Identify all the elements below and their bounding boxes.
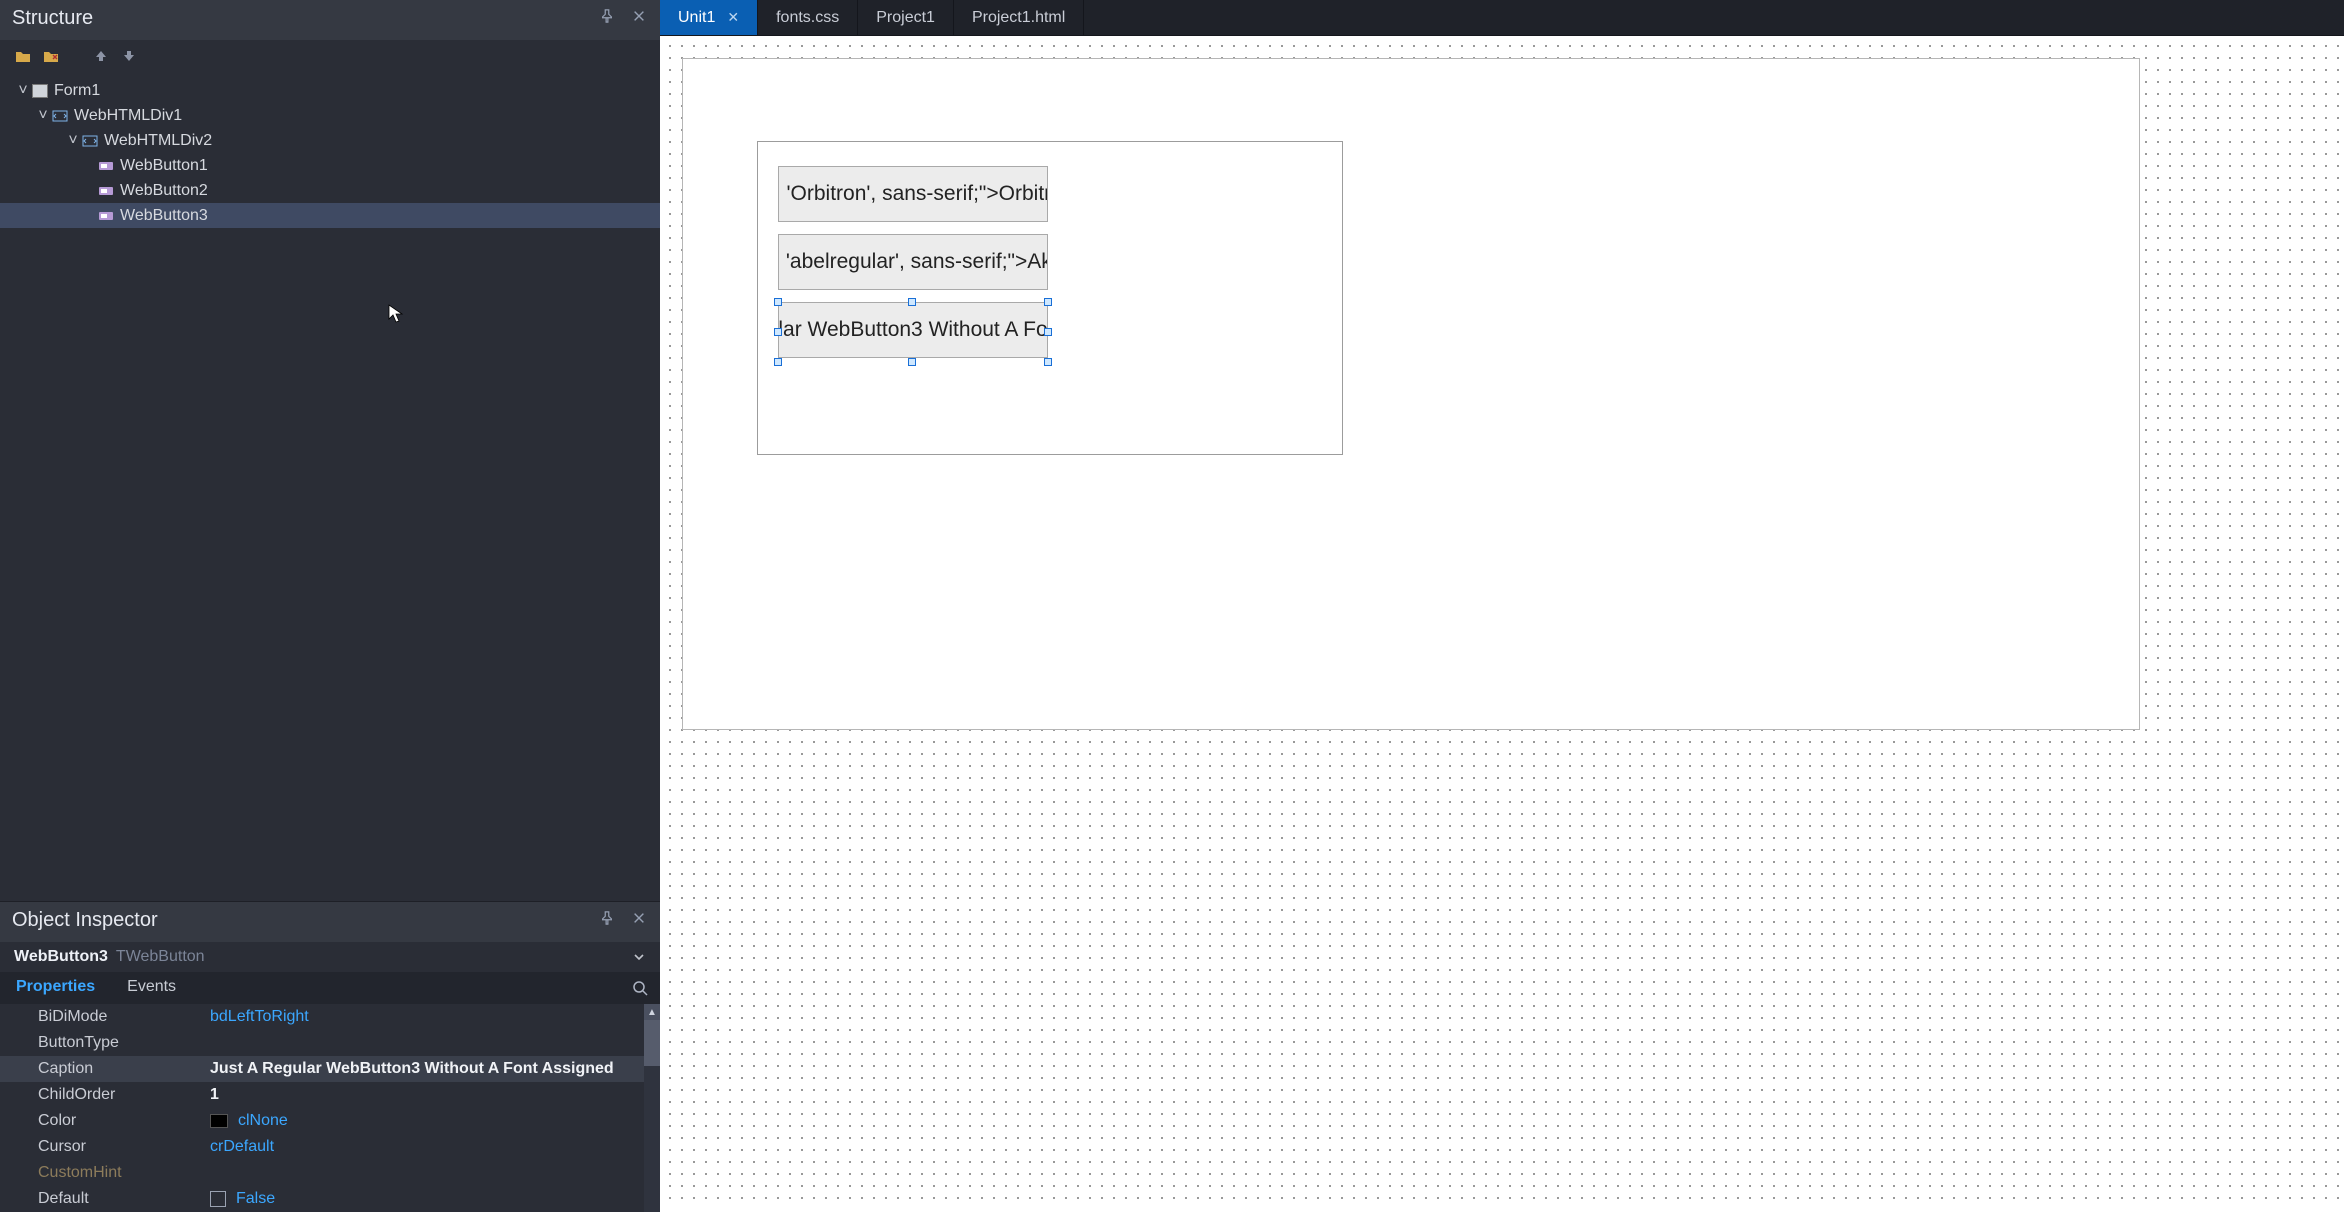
webhtmldiv2-panel[interactable]: : 'Orbitron', sans-serif;">Orbitr : 'abe…: [757, 141, 1343, 455]
pin-icon[interactable]: [600, 911, 618, 929]
tree-label: WebButton3: [120, 207, 208, 225]
prop-value-text: clNone: [238, 1112, 288, 1130]
prop-cursor[interactable]: Cursor crDefault: [0, 1134, 660, 1160]
tree-node-webbutton3[interactable]: WebButton3: [0, 203, 660, 228]
form-designer[interactable]: : 'Orbitron', sans-serif;">Orbitr : 'abe…: [660, 36, 2344, 1212]
tree-label: WebButton2: [120, 182, 208, 200]
prop-customhint[interactable]: CustomHint: [0, 1160, 660, 1186]
prop-buttontype[interactable]: ButtonType: [0, 1030, 660, 1056]
prop-default[interactable]: Default False: [0, 1186, 660, 1212]
tab-fonts-css[interactable]: fonts.css: [758, 0, 858, 35]
div-icon: [82, 134, 98, 148]
arrow-down-icon[interactable]: [120, 47, 138, 65]
inspector-header: Object Inspector: [0, 902, 660, 942]
tree-node-form1[interactable]: ˅ Form1: [0, 78, 660, 103]
properties-grid[interactable]: BiDiMode bdLeftToRight ButtonType Captio…: [0, 1004, 660, 1212]
selection-handle[interactable]: [908, 298, 916, 306]
properties-scrollbar[interactable]: ▲: [644, 1004, 660, 1212]
structure-toolbar: [0, 40, 660, 72]
expand-icon[interactable]: ˅: [14, 82, 32, 100]
tab-label: Project1: [876, 9, 935, 27]
button-icon: [98, 184, 114, 198]
folder-x-icon[interactable]: [42, 47, 60, 65]
structure-header: Structure: [0, 0, 660, 40]
inspector-object-type: TWebButton: [116, 948, 205, 966]
scroll-thumb[interactable]: [644, 1020, 660, 1066]
arrow-up-icon[interactable]: [92, 47, 110, 65]
tab-label: Project1.html: [972, 9, 1065, 27]
mouse-cursor-icon: [388, 304, 660, 324]
prop-childorder[interactable]: ChildOrder 1: [0, 1082, 660, 1108]
tree-node-webhtmldiv2[interactable]: ˅ WebHTMLDiv2: [0, 128, 660, 153]
button-caption: : 'Orbitron', sans-serif;">Orbitr: [778, 182, 1048, 206]
close-icon[interactable]: [632, 911, 650, 929]
tree-label: WebHTMLDiv2: [104, 132, 212, 150]
tab-unit1[interactable]: Unit1 ✕: [660, 0, 758, 35]
color-swatch: [210, 1114, 228, 1128]
chevron-down-icon[interactable]: [632, 950, 646, 964]
selection-handle[interactable]: [1044, 298, 1052, 306]
button-icon: [98, 209, 114, 223]
tab-label: Unit1: [678, 9, 715, 27]
tree-node-webbutton2[interactable]: WebButton2: [0, 178, 660, 203]
tab-project1-html[interactable]: Project1.html: [954, 0, 1084, 35]
tree-node-webhtmldiv1[interactable]: ˅ WebHTMLDiv1: [0, 103, 660, 128]
inspector-object-name: WebButton3: [14, 948, 108, 966]
document-tabs: Unit1 ✕ fonts.css Project1 Project1.html: [660, 0, 2344, 36]
selection-handle[interactable]: [774, 298, 782, 306]
selection-handle[interactable]: [1044, 358, 1052, 366]
structure-title: Structure: [12, 7, 586, 30]
close-icon[interactable]: ✕: [727, 9, 739, 26]
prop-value-text: False: [236, 1190, 275, 1208]
close-icon[interactable]: [632, 9, 650, 27]
folder-icon[interactable]: [14, 47, 32, 65]
selection-handle[interactable]: [1044, 328, 1052, 336]
prop-color[interactable]: Color clNone: [0, 1108, 660, 1134]
expand-icon[interactable]: ˅: [64, 132, 82, 150]
selection-handle[interactable]: [908, 358, 916, 366]
tab-properties[interactable]: Properties: [0, 972, 111, 1004]
prop-bidimode[interactable]: BiDiMode bdLeftToRight: [0, 1004, 660, 1030]
button-caption: ılar WebButton3 Without A Foı: [778, 318, 1048, 342]
webbutton2[interactable]: : 'abelregular', sans-serif;">Ak: [778, 234, 1048, 290]
div-icon: [52, 109, 68, 123]
expand-icon[interactable]: ˅: [34, 107, 52, 125]
checkbox-icon[interactable]: [210, 1191, 226, 1207]
webbutton1[interactable]: : 'Orbitron', sans-serif;">Orbitr: [778, 166, 1048, 222]
tab-events[interactable]: Events: [111, 972, 192, 1004]
inspector-object-selector[interactable]: WebButton3 TWebButton: [0, 942, 660, 972]
selection-handle[interactable]: [774, 358, 782, 366]
structure-tree[interactable]: ˅ Form1 ˅ WebHTMLDiv1 ˅ WebHTMLDiv2 WebB…: [0, 72, 660, 901]
tree-node-webbutton1[interactable]: WebButton1: [0, 153, 660, 178]
tree-label: WebHTMLDiv1: [74, 107, 182, 125]
scroll-up-icon[interactable]: ▲: [644, 1004, 660, 1020]
form-canvas[interactable]: : 'Orbitron', sans-serif;">Orbitr : 'abe…: [682, 58, 2140, 730]
search-icon[interactable]: [620, 972, 660, 1004]
tab-project1[interactable]: Project1: [858, 0, 954, 35]
tab-label: fonts.css: [776, 9, 839, 27]
tree-label: Form1: [54, 82, 100, 100]
inspector-tabs: Properties Events: [0, 972, 660, 1004]
inspector-title: Object Inspector: [12, 909, 586, 932]
prop-caption[interactable]: Caption Just A Regular WebButton3 Withou…: [0, 1056, 660, 1082]
webbutton3[interactable]: ılar WebButton3 Without A Foı: [778, 302, 1048, 358]
tree-label: WebButton1: [120, 157, 208, 175]
form-icon: [32, 84, 48, 98]
pin-icon[interactable]: [600, 9, 618, 27]
button-icon: [98, 159, 114, 173]
selection-handle[interactable]: [774, 328, 782, 336]
button-caption: : 'abelregular', sans-serif;">Ak: [778, 250, 1048, 274]
